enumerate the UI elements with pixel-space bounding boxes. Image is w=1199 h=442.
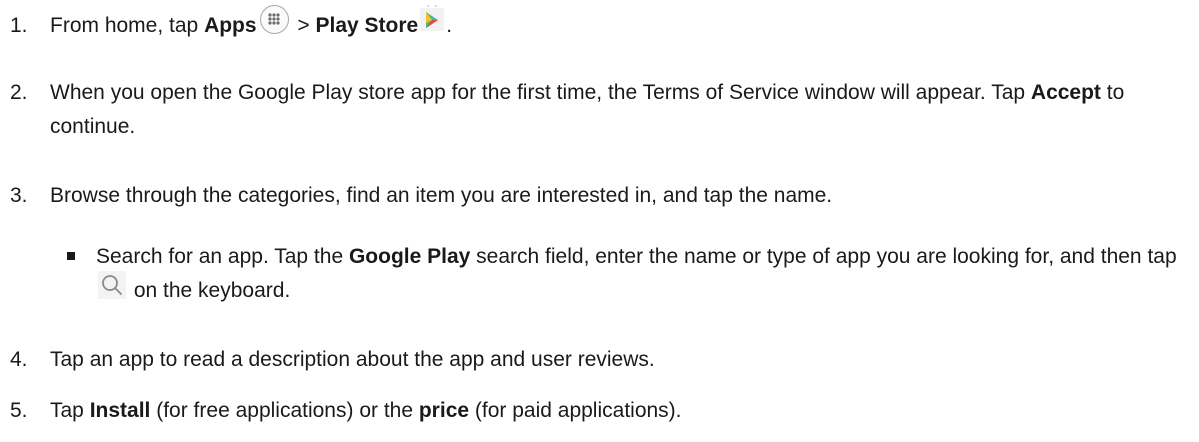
step-text: Browse through the categories, find an i… (50, 184, 833, 207)
step-number: 1. (10, 14, 28, 37)
apps-icon (259, 4, 289, 34)
step-number: 2. (10, 81, 28, 104)
google-play-label: Google Play (348, 245, 471, 268)
step-number: 5. (10, 399, 28, 422)
step-text: When you open the Google Play store app … (50, 81, 1125, 138)
search-icon (98, 271, 126, 300)
step-number: 3. (10, 184, 28, 207)
step-text: Tap Install (for free applications) or t… (50, 399, 682, 422)
install-label: Install (89, 399, 151, 422)
play-store-label: Play Store (315, 14, 419, 37)
step-text: Tap an app to read a description about t… (50, 348, 655, 371)
bullet-text: Search for an app. Tap the Google Play s… (96, 245, 1177, 302)
price-label: price (418, 399, 470, 422)
accept-label: Accept (1030, 81, 1101, 104)
bullet-marker (67, 252, 75, 260)
step-text: From home, tap Apps > Play Store. (50, 3, 1179, 43)
apps-label: Apps (204, 14, 257, 37)
play-store-icon (420, 3, 445, 32)
step-number: 4. (10, 348, 28, 371)
